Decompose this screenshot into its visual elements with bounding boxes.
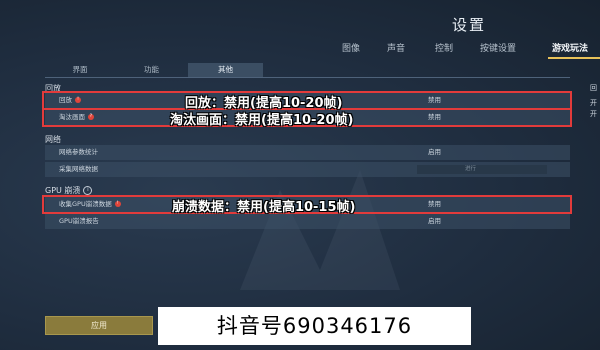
row-gpu-crash-report[interactable]: GPU崩溃报告 启用 bbox=[45, 214, 570, 229]
tab-key-bindings[interactable]: 按键设置 bbox=[480, 41, 516, 54]
right-panel-item[interactable]: 开 bbox=[590, 98, 597, 108]
tab-divider bbox=[45, 77, 570, 78]
section-network-title: 网络 bbox=[45, 135, 61, 144]
tab-image[interactable]: 图像 bbox=[342, 41, 360, 54]
sub-tabs: 界面 功能 其他 bbox=[45, 63, 285, 77]
info-icon[interactable]: i bbox=[83, 186, 93, 195]
row-label: GPU崩溃报告 bbox=[59, 217, 99, 225]
row-label: 网络参数统计 bbox=[59, 148, 98, 156]
annotation-gpu-crash: 崩溃数据：禁用(提高10-15帧) bbox=[172, 200, 356, 215]
subtab-function[interactable]: 功能 bbox=[115, 63, 188, 77]
right-panel-item[interactable]: 开 bbox=[590, 109, 597, 119]
tab-gameplay[interactable]: 游戏玩法 bbox=[552, 41, 588, 54]
subtab-interface[interactable]: 界面 bbox=[45, 63, 115, 77]
subtab-other[interactable]: 其他 bbox=[188, 63, 263, 77]
annotation-elimination: 淘汰画面：禁用(提高10-20帧) bbox=[170, 113, 354, 128]
row-collect-network-data[interactable]: 采集网络数据 进行 bbox=[45, 162, 570, 177]
watermark: 抖音号690346176 bbox=[158, 307, 471, 345]
active-tab-underline bbox=[548, 57, 600, 59]
row-value[interactable]: 启用 bbox=[428, 145, 441, 160]
row-value[interactable]: 启用 bbox=[428, 214, 441, 229]
tab-control[interactable]: 控制 bbox=[435, 41, 453, 54]
top-nav: 图像 声音 控制 按键设置 游戏玩法 bbox=[330, 41, 600, 59]
page-title: 设置 bbox=[452, 16, 487, 34]
collect-network-data-button[interactable]: 进行 bbox=[417, 165, 547, 174]
tab-sound[interactable]: 声音 bbox=[387, 41, 405, 54]
right-panel-title: 回 bbox=[590, 84, 597, 92]
apply-button[interactable]: 应用 bbox=[45, 316, 153, 335]
row-label: 采集网络数据 bbox=[59, 165, 98, 173]
row-network-stats[interactable]: 网络参数统计 启用 bbox=[45, 145, 570, 160]
